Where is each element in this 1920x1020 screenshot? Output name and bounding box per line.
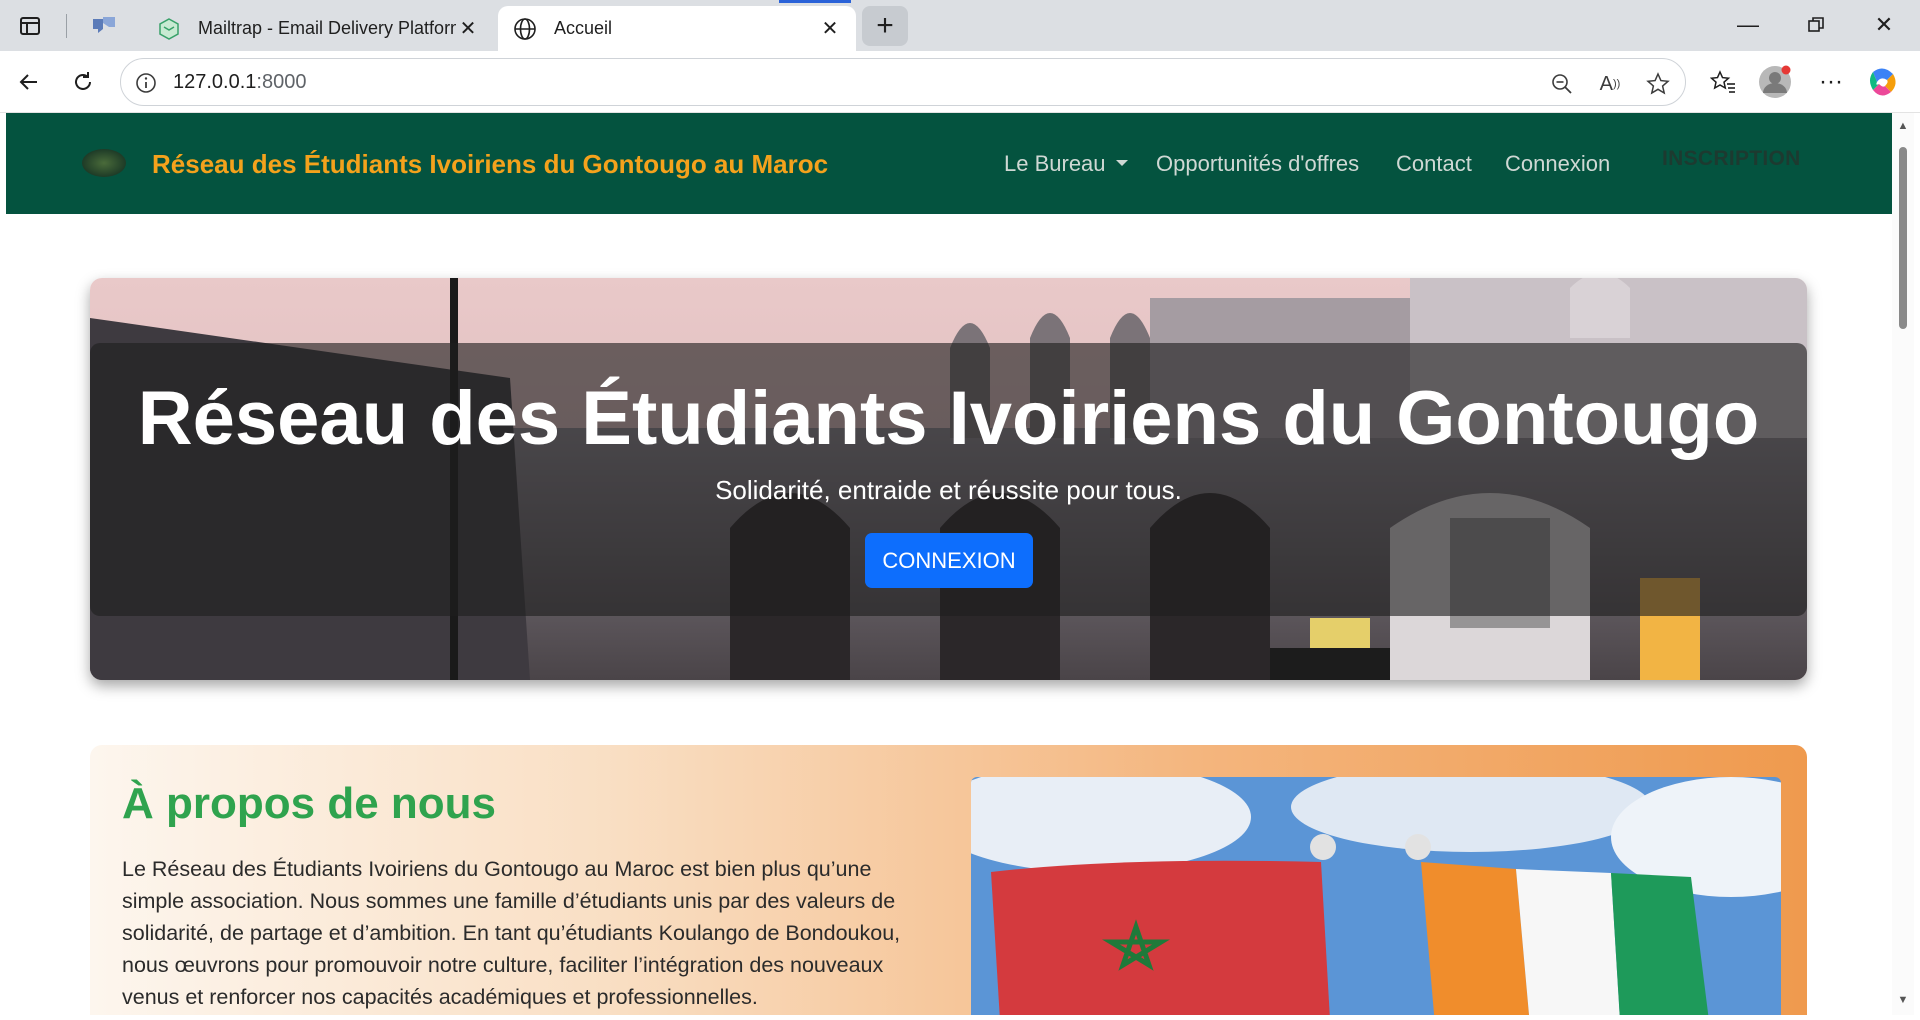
page-scrollbar[interactable]: ▲ ▼: [1892, 113, 1914, 1015]
nav-contact[interactable]: Contact: [1396, 151, 1472, 177]
page-viewport: Réseau des Étudiants Ivoiriens du Gontou…: [6, 113, 1892, 1015]
brand-title[interactable]: Réseau des Étudiants Ivoiriens du Gontou…: [152, 149, 828, 180]
more-options-icon[interactable]: ···: [1814, 65, 1848, 99]
site-info-icon[interactable]: [133, 70, 159, 96]
url-port: :8000: [256, 71, 307, 93]
hero-title: Réseau des Étudiants Ivoiriens du Gontou…: [137, 376, 1760, 461]
about-text: Le Réseau des Étudiants Ivoiriens du Gon…: [122, 857, 901, 1009]
browser-toolbar: 127.0.0.1:8000 A)) ···: [0, 51, 1920, 113]
zoom-out-icon[interactable]: [1547, 69, 1577, 99]
nav-opportunites[interactable]: Opportunités d'offres: [1156, 151, 1359, 177]
nav-le-bureau[interactable]: Le Bureau: [1004, 151, 1128, 177]
favorites-icon[interactable]: [1706, 65, 1740, 99]
hero-banner: Réseau des Étudiants Ivoiriens du Gontou…: [90, 278, 1807, 680]
reload-icon[interactable]: [66, 65, 100, 99]
caret-down-icon: [1115, 160, 1128, 167]
tab-mailtrap[interactable]: Mailtrap - Email Delivery Platform ✕: [142, 6, 494, 51]
favorite-star-icon[interactable]: [1643, 69, 1673, 99]
scroll-down-icon[interactable]: ▼: [1896, 993, 1910, 1007]
copilot-icon[interactable]: [1866, 65, 1900, 99]
about-title: À propos de nous: [122, 779, 496, 828]
url-text: 127.0.0.1:8000: [173, 71, 306, 94]
about-section: À propos de nous Le Réseau des Étudiants…: [90, 745, 1807, 1015]
new-tab-button[interactable]: +: [862, 6, 908, 46]
close-tab-icon[interactable]: ✕: [818, 17, 842, 41]
url-host: 127.0.0.1: [173, 71, 257, 93]
close-tab-icon[interactable]: ✕: [456, 17, 480, 41]
site-navbar: Réseau des Étudiants Ivoiriens du Gontou…: [6, 113, 1892, 214]
loading-indicator: [779, 0, 851, 3]
nav-connexion[interactable]: Connexion: [1505, 151, 1610, 177]
tab-title: Accueil: [554, 18, 613, 38]
back-arrow-icon[interactable]: [12, 65, 46, 99]
flags-image: [971, 777, 1781, 1015]
hero-subtitle: Solidarité, entraide et réussite pour to…: [715, 475, 1182, 505]
hero-connexion-button[interactable]: CONNEXION: [865, 533, 1033, 588]
hero-overlay: Réseau des Étudiants Ivoiriens du Gontou…: [90, 343, 1807, 616]
nav-inscription-button[interactable]: INSCRIPTION: [1662, 147, 1801, 171]
browser-tab-bar: Mailtrap - Email Delivery Platform ✕ Acc…: [0, 0, 1920, 51]
divider: [66, 14, 67, 38]
read-aloud-icon[interactable]: A)): [1595, 69, 1625, 99]
close-window-icon[interactable]: ✕: [1856, 8, 1912, 42]
mailtrap-icon: [156, 16, 182, 42]
workspaces-icon[interactable]: [88, 10, 120, 42]
tab-accueil[interactable]: Accueil ✕: [498, 6, 856, 51]
brand-logo[interactable]: [82, 149, 126, 177]
sidebar-toggle-icon[interactable]: [14, 10, 46, 42]
scrollbar-thumb[interactable]: [1899, 147, 1907, 329]
tab-title: Mailtrap - Email Delivery Platform: [198, 18, 456, 38]
minimize-icon[interactable]: —: [1720, 8, 1776, 42]
restore-icon[interactable]: [1788, 8, 1844, 42]
address-bar[interactable]: 127.0.0.1:8000 A)): [120, 58, 1686, 106]
scroll-up-icon[interactable]: ▲: [1896, 119, 1910, 133]
nav-le-bureau-label: Le Bureau: [1004, 151, 1106, 176]
profile-avatar-icon[interactable]: [1758, 65, 1792, 99]
globe-icon: [512, 16, 538, 42]
